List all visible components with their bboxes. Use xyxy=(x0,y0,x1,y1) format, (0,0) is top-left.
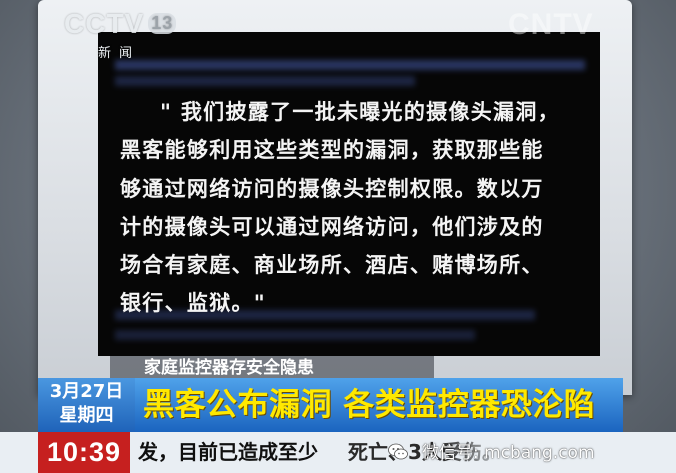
wechat-watermark: 微信号: mcbang.com xyxy=(422,443,595,463)
ticker-text-head: 发，目前已造成至少 xyxy=(138,440,318,464)
channel-logo: CCTV 13 xyxy=(64,8,177,40)
wechat-icon xyxy=(388,443,408,460)
sub-caption: 家庭监控器存安全隐患 xyxy=(110,356,434,380)
blurred-text-line xyxy=(115,76,415,86)
screen-quote-line: 够通过网络访问的摄像头控制权限。数以万 xyxy=(120,177,544,201)
channel-name: 新闻 xyxy=(98,46,141,61)
headline-banner: 黑客公布漏洞 各类监控器恐沦陷 xyxy=(135,378,623,432)
date-label: 3月27日 xyxy=(49,381,124,402)
cntv-watermark: CNTV xyxy=(508,8,594,41)
screen-quote-line: 计的摄像头可以通过网络访问，他们涉及的 xyxy=(120,215,544,239)
screen-quote-line: " 我们披露了一批未曝光的摄像头漏洞， xyxy=(160,100,560,124)
screen-quote-line: 银行、监狱。" xyxy=(120,291,267,315)
weekday-label: 星期四 xyxy=(59,405,114,426)
clock: 10:39 xyxy=(38,432,130,473)
screen-quote-line: 黑客能够利用这些类型的漏洞，获取那些能 xyxy=(120,138,544,162)
blurred-text-line xyxy=(115,330,475,340)
channel-number: 13 xyxy=(148,13,177,34)
channel-logo-text: CCTV xyxy=(64,8,145,39)
screen-quote-line: 场合有家庭、商业场所、酒店、赌博场所、 xyxy=(120,253,544,277)
blurred-text-line xyxy=(115,60,585,70)
date-box: 3月27日 星期四 xyxy=(38,378,135,432)
